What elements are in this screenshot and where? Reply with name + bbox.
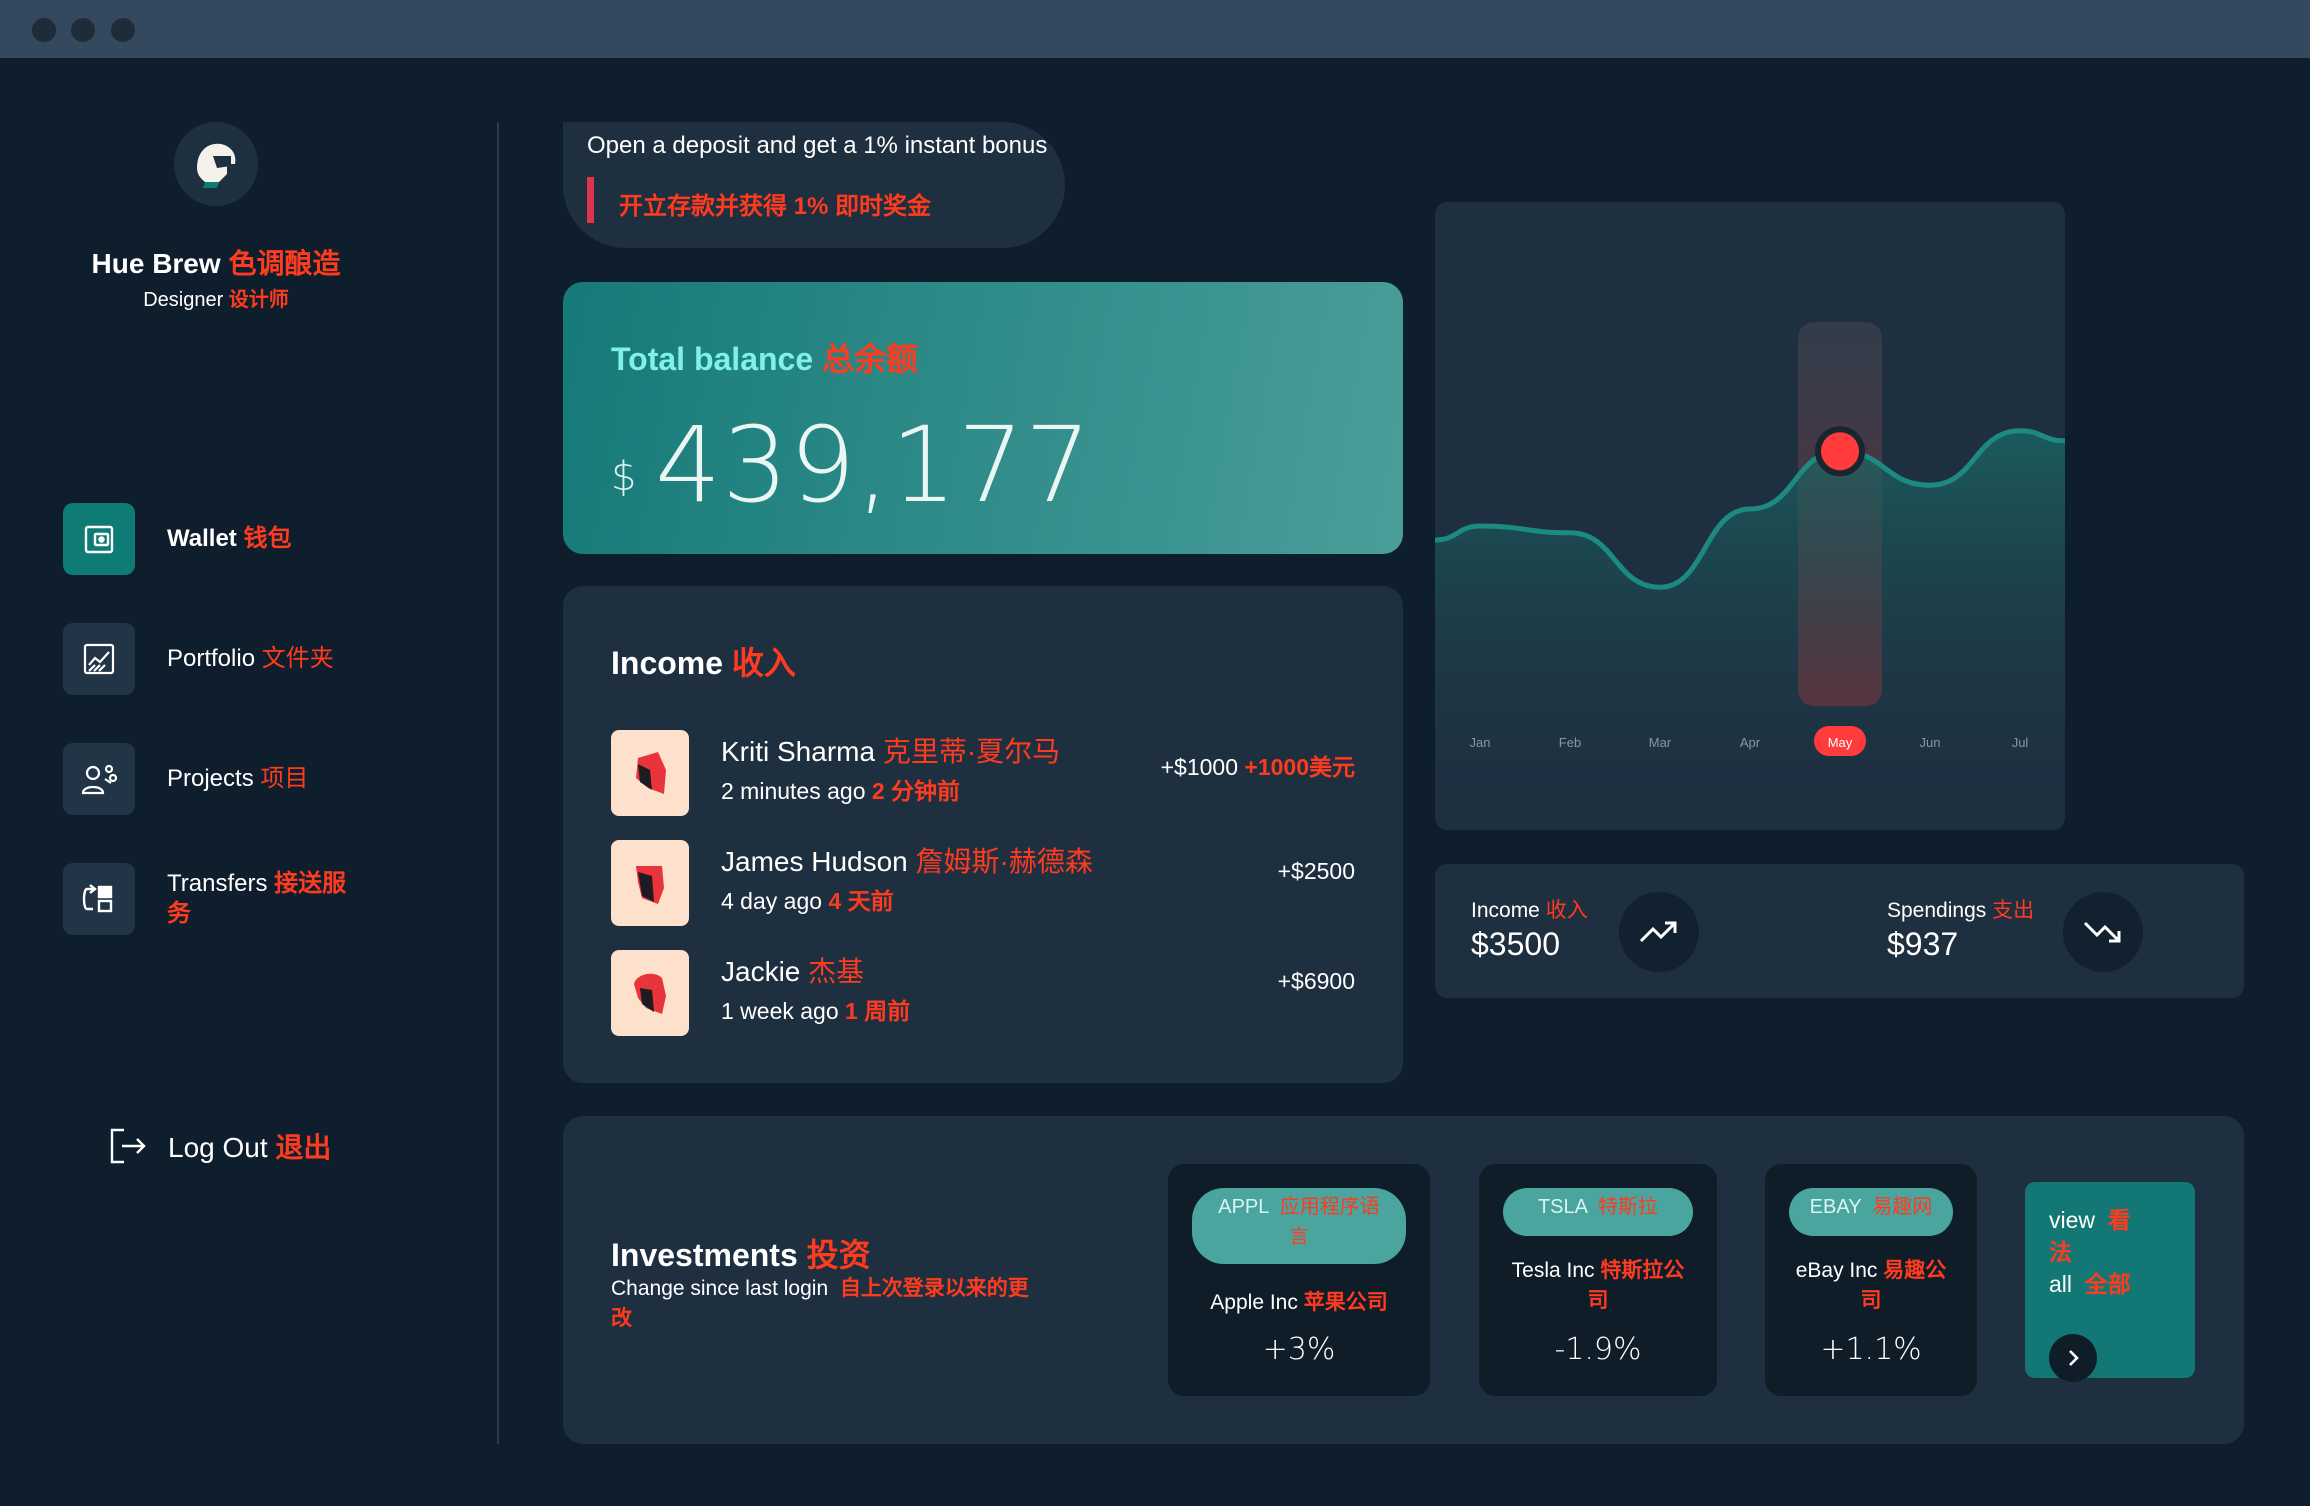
stock-card-tsla[interactable]: TSLA 特斯拉 Tesla Inc 特斯拉公司 -1.9% <box>1479 1164 1717 1396</box>
x-tick-label[interactable]: Jan <box>1470 735 1491 750</box>
investments-subtitle: Change since last login 自上次登录以来的更改 <box>611 1277 1029 1330</box>
balance-chart[interactable]: Jan Feb Mar Apr May Jun Jul <box>1435 202 2065 830</box>
window-maximize-button[interactable] <box>111 18 135 42</box>
sidebar-item-wallet[interactable]: Wallet 钱包 <box>63 503 423 575</box>
x-tick-label[interactable]: Jun <box>1920 735 1941 750</box>
income-time: 1 week ago 1 周前 <box>721 998 911 1024</box>
trend-up-icon[interactable] <box>1619 892 1699 972</box>
sidebar-item-label: Portfolio 文件夹 <box>167 645 334 672</box>
x-tick-label[interactable]: Apr <box>1740 735 1761 750</box>
view-all-button[interactable]: view 看法 all 全部 <box>2025 1182 2195 1382</box>
stock-company: Tesla Inc 特斯拉公司 <box>1511 1259 1685 1312</box>
stock-ticker: EBAY 易趣网 <box>1789 1188 1953 1236</box>
bonus-text-zh: 开立存款并获得 1% 即时奖金 <box>619 193 932 220</box>
income-amount: +$1000 +1000美元 <box>1160 754 1355 780</box>
investments-panel: Investments 投资 Change since last login 自… <box>563 1116 2244 1444</box>
chevron-right-icon[interactable] <box>2049 1334 2097 1382</box>
person-avatar-icon <box>611 950 689 1036</box>
view-all-label: view 看法 all 全部 <box>2049 1207 2131 1297</box>
sidebar-divider <box>497 122 499 1444</box>
sidebar-item-projects[interactable]: Projects 项目 <box>63 743 423 815</box>
stock-company: Apple Inc 苹果公司 <box>1210 1291 1388 1314</box>
person-avatar-icon <box>611 840 689 926</box>
profile-role: Designer 设计师 <box>143 289 289 311</box>
income-time: 4 day ago 4 天前 <box>721 888 894 914</box>
chart-icon <box>63 623 135 695</box>
trend-down-icon[interactable] <box>2063 892 2143 972</box>
sidebar-item-label: Transfers 接送服务 <box>167 870 347 927</box>
stock-change: +3% <box>1262 1332 1336 1367</box>
balance-currency: $ <box>611 454 637 500</box>
income-person-name: James Hudson 詹姆斯·赫德森 <box>721 846 1093 877</box>
logout-button[interactable]: Log Out 退出 <box>108 1124 331 1168</box>
window-close-button[interactable] <box>32 18 56 42</box>
income-row[interactable]: James Hudson 詹姆斯·赫德森 4 day ago 4 天前 +$25… <box>611 840 1355 926</box>
income-time: 2 minutes ago 2 分钟前 <box>721 778 961 804</box>
bonus-banner[interactable]: Open a deposit and get a 1% instant bonu… <box>563 122 1065 248</box>
income-person-name: Kriti Sharma 克里蒂·夏尔马 <box>721 736 1061 767</box>
bonus-text: Open a deposit and get a 1% instant bonu… <box>587 132 1048 159</box>
balance-title: Total balance 总余额 <box>611 341 919 377</box>
sidebar-item-label: Wallet 钱包 <box>167 525 292 552</box>
income-stat-label: Income 收入 <box>1471 899 1588 922</box>
logout-label: Log Out 退出 <box>168 1132 332 1163</box>
x-tick-label[interactable]: Jul <box>2012 735 2029 750</box>
x-tick-label[interactable]: Mar <box>1649 735 1672 750</box>
bonus-accent-bar <box>587 177 594 223</box>
spendings-stat-value: $937 <box>1887 926 1959 962</box>
balance-chart-card: Jan Feb Mar Apr May Jun Jul <box>1435 202 2065 830</box>
stock-card-ebay[interactable]: EBAY 易趣网 eBay Inc 易趣公司 +1.1% <box>1765 1164 1977 1396</box>
sidebar-item-label: Projects 项目 <box>167 765 309 792</box>
income-panel: Income 收入 Kriti Sharma 克里蒂·夏尔马 2 minutes… <box>563 586 1403 1083</box>
transfer-icon <box>63 863 135 935</box>
profile-name: Hue Brew 色调酿造 <box>91 248 341 279</box>
x-tick-label[interactable]: Feb <box>1559 735 1581 750</box>
total-balance-card: Total balance 总余额 $ 439,177 <box>563 282 1403 554</box>
stock-ticker: TSLA 特斯拉 <box>1503 1188 1693 1236</box>
team-icon <box>63 743 135 815</box>
income-amount: +$2500 <box>1277 858 1355 884</box>
income-person-name: Jackie 杰基 <box>721 956 865 987</box>
sidebar-item-portfolio[interactable]: Portfolio 文件夹 <box>63 623 423 695</box>
logout-icon <box>110 1128 146 1164</box>
stock-company: eBay Inc 易趣公司 <box>1795 1259 1947 1312</box>
wallet-icon <box>63 503 135 575</box>
income-title: Income 收入 <box>611 645 796 681</box>
income-amount: +$6900 <box>1277 968 1355 994</box>
x-tick-label[interactable]: May <box>1828 735 1853 750</box>
window-minimize-button[interactable] <box>71 18 95 42</box>
investments-title: Investments 投资 <box>611 1237 871 1273</box>
data-point-marker[interactable] <box>1815 426 1865 477</box>
balance-amount: 439,177 <box>655 404 1093 526</box>
sidebar-item-transfers[interactable]: Transfers 接送服务 <box>63 863 423 935</box>
helmet-avatar-icon <box>197 143 236 188</box>
stock-ticker: APPL 应用程序语言 <box>1192 1188 1406 1264</box>
income-row[interactable]: Jackie 杰基 1 week ago 1 周前 +$6900 <box>611 950 1355 1036</box>
income-row[interactable]: Kriti Sharma 克里蒂·夏尔马 2 minutes ago 2 分钟前… <box>611 730 1355 816</box>
summary-panel: Income 收入 $3500 Spendings 支出 $937 <box>1435 864 2244 998</box>
stock-change: -1.9% <box>1554 1332 1642 1367</box>
income-stat-value: $3500 <box>1471 926 1560 962</box>
series-area <box>1435 430 2065 830</box>
window-titlebar <box>0 0 2310 58</box>
spendings-stat-label: Spendings 支出 <box>1887 899 2035 922</box>
person-avatar-icon <box>611 730 689 816</box>
stock-card-appl[interactable]: APPL 应用程序语言 Apple Inc 苹果公司 +3% <box>1168 1164 1430 1396</box>
avatar[interactable] <box>174 122 258 206</box>
stock-change: +1.1% <box>1820 1332 1922 1367</box>
